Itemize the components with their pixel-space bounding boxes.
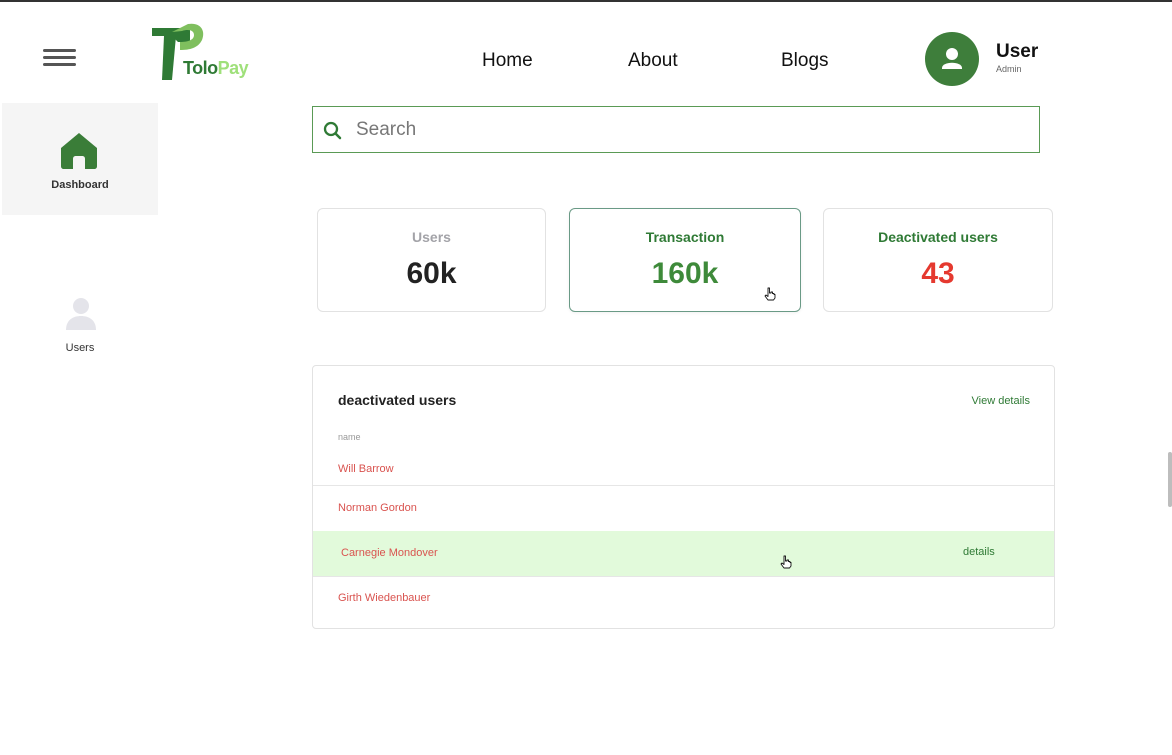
table-row[interactable]: Girth Wiedenbauer: [313, 576, 1054, 621]
panel-title: deactivated users: [338, 392, 457, 408]
hand-cursor-icon: [780, 555, 792, 569]
user-name-cell: Girth Wiedenbauer: [338, 592, 431, 604]
brand-name: ToloPay: [183, 58, 249, 78]
menu-icon[interactable]: [43, 49, 76, 67]
home-icon: [61, 133, 97, 169]
user-name-cell: Carnegie Mondover: [341, 547, 438, 559]
sidebar-item-dashboard[interactable]: Dashboard: [2, 103, 158, 215]
sidebar-item-users[interactable]: Users: [2, 290, 158, 370]
stat-card-deactivated[interactable]: Deactivated users 43: [823, 208, 1053, 312]
user-name-cell: Norman Gordon: [338, 502, 417, 514]
search-bar[interactable]: [312, 106, 1040, 153]
search-input[interactable]: [356, 115, 1016, 145]
column-header-name: name: [338, 432, 361, 442]
stat-card-users[interactable]: Users 60k: [317, 208, 546, 312]
stat-label: Users: [412, 229, 451, 245]
stat-label: Transaction: [645, 229, 725, 245]
avatar[interactable]: [925, 32, 979, 86]
deactivated-users-panel: deactivated users View details name Will…: [312, 365, 1055, 629]
table-row[interactable]: Norman Gordon: [313, 486, 1054, 531]
row-details-link[interactable]: details: [963, 546, 995, 558]
user-icon: [66, 298, 96, 330]
user-avatar-icon: [942, 48, 962, 69]
view-details-link[interactable]: View details: [972, 395, 1031, 407]
nav-about-link[interactable]: About: [628, 50, 678, 72]
user-name: User: [996, 41, 1039, 62]
stat-value: 160k: [651, 257, 719, 290]
user-name-cell: Will Barrow: [338, 463, 394, 475]
stat-value: 60k: [406, 257, 457, 290]
nav-home-link[interactable]: Home: [482, 50, 533, 72]
table-row[interactable]: Carnegie Mondover details: [313, 531, 1054, 576]
window-top-border: [0, 0, 1172, 2]
brand-logo[interactable]: ToloPay: [150, 20, 260, 86]
user-role: Admin: [996, 64, 1022, 74]
search-icon: [323, 121, 342, 140]
nav-blogs-link[interactable]: Blogs: [781, 50, 829, 72]
stat-value: 43: [921, 257, 955, 290]
hand-cursor-icon: [764, 287, 776, 301]
sidebar-item-label: Users: [65, 342, 95, 354]
scrollbar-thumb[interactable]: [1168, 452, 1172, 507]
stat-label: Deactivated users: [878, 229, 998, 245]
sidebar-item-label: Dashboard: [51, 179, 109, 191]
